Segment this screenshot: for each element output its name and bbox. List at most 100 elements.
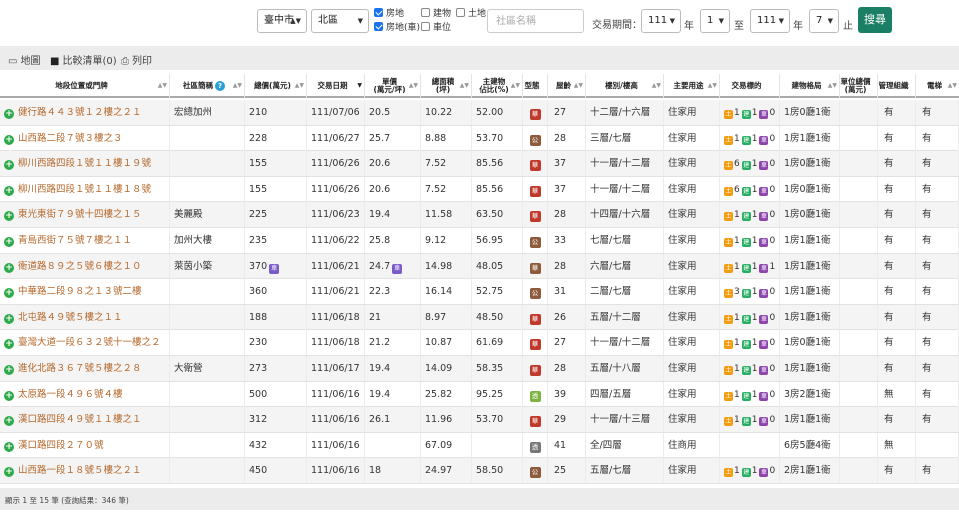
help-icon[interactable]: ?: [215, 81, 225, 91]
chevron-down-icon: ▼: [357, 17, 363, 25]
checkbox-land[interactable]: 土地: [456, 8, 486, 20]
cell-ratio: 61.69: [472, 330, 523, 356]
address-link[interactable]: 健行路４４３號１２樓之２１: [18, 107, 142, 118]
table-row[interactable]: + 山西路二段７號３樓之３ 228 111/06/27 25.7 8.88 53.70 公 28…: [0, 125, 959, 152]
expand-plus-icon[interactable]: +: [4, 237, 14, 247]
expand-plus-icon[interactable]: +: [4, 211, 14, 222]
cell-community: 萊茵小築: [170, 253, 245, 279]
cell-date: 111/06/16: [307, 381, 365, 407]
expand-plus-icon[interactable]: +: [4, 262, 14, 273]
land-count: 3: [734, 287, 740, 298]
col-layout[interactable]: 建物格局 ▲▼: [780, 74, 840, 98]
col-main-ratio[interactable]: 主建物 佔比(%) ▲▼: [472, 74, 523, 98]
city-select[interactable]: 臺中市 ▲▼: [257, 9, 307, 33]
pagination-info: 顯示 1 至 15 筆 (查詢結果：346 筆): [0, 488, 959, 510]
cell-elev: 有: [916, 356, 959, 381]
col-mgmt-fee[interactable]: 單位總價 (萬元): [840, 74, 878, 98]
expand-plus-icon[interactable]: +: [4, 288, 14, 299]
cell-target: 土6建1車0: [720, 176, 780, 202]
table-row[interactable]: + 漢口路四段４９號１１樓之１ 312 111/06/16 26.1 11.96 53.70…: [0, 407, 959, 433]
address-link[interactable]: 青島西街７５號７樓之１１: [18, 235, 132, 246]
header-label: 主建物 佔比(%): [479, 77, 509, 94]
table-row[interactable]: + 健行路４４３號１２樓之２１ 宏總加州 210 111/07/06 20.5 10.22 5…: [0, 100, 959, 126]
table-row[interactable]: + 東光東街７９號十四樓之１５ 美麗殿 225 111/06/23 19.4 11.58 63…: [0, 202, 959, 228]
from-month-select[interactable]: 1 ▼: [700, 9, 730, 33]
col-target[interactable]: 交易標的: [720, 74, 780, 98]
address-link[interactable]: 中華路二段９８之１３號二樓: [18, 286, 142, 297]
cell-target: 土1建1車0: [720, 381, 780, 407]
table-row[interactable]: + 進化北路３６７號５樓之２８ 大衛營 273 111/06/17 19.4 14.09 58…: [0, 356, 959, 382]
col-date[interactable]: 交易日期 ▼: [307, 74, 365, 98]
col-address[interactable]: 地段位置或門牌 ▲▼: [0, 74, 170, 98]
checkbox-empty-icon: [421, 22, 430, 31]
address-link[interactable]: 太原路一段４９６號４樓: [18, 389, 123, 400]
building-icon: 建: [741, 135, 751, 145]
table-row[interactable]: + 山西路一段１８號５樓之２１ 450 111/06/16 18 24.97 58.50 公 2…: [0, 458, 959, 484]
header-label: 電梯: [927, 81, 942, 90]
unit-price-value: 21: [369, 311, 382, 323]
address-link[interactable]: 衛道路８９之５號６樓之１０: [18, 261, 142, 272]
col-total-price[interactable]: 總價(萬元) ▲▼: [245, 74, 307, 98]
col-elevator[interactable]: 電梯 ▲▼: [916, 74, 959, 98]
district-select[interactable]: 北區 ▼: [311, 9, 369, 33]
address-link[interactable]: 柳川西路四段１號１１樓１８號: [18, 184, 151, 195]
table-row[interactable]: + 青島西街７５號７樓之１１ 加州大樓 235 111/06/22 25.8 9.12 56.…: [0, 228, 959, 254]
cell-community: [170, 279, 245, 305]
checkbox-parking[interactable]: 車位: [421, 22, 451, 34]
table-row[interactable]: + 太原路一段４９６號４樓 500 111/06/16 19.4 25.82 95.25 透 3…: [0, 381, 959, 408]
community-name-input[interactable]: [487, 9, 584, 33]
header-label: 管理組織: [878, 81, 909, 90]
cell-address: + 漢口路四段２７０號: [0, 432, 170, 458]
col-age[interactable]: 屋齡 ▲▼: [548, 74, 586, 98]
expand-plus-icon[interactable]: +: [4, 390, 14, 401]
table-row[interactable]: + 北屯路４９號５樓之１１ 188 111/06/18 21 8.97 48.50 華 26 五層…: [0, 304, 959, 331]
col-area[interactable]: 總面積 (坪) ▲▼: [421, 74, 472, 98]
to-year-select[interactable]: 111 ▼: [750, 9, 790, 33]
table-row[interactable]: + 衛道路８９之５號６樓之１０ 萊茵小築 370 車 111/06/21 24.7 車 14.9…: [0, 253, 959, 280]
col-community[interactable]: 社區簡稱? ▲▼: [170, 74, 245, 98]
map-button[interactable]: ▭ 地圖: [8, 52, 40, 67]
cell-community: [170, 151, 245, 177]
address-link[interactable]: 臺灣大道一段６３２號十一樓之２: [18, 337, 161, 348]
print-button[interactable]: ⎙ 列印: [121, 52, 152, 67]
address-link[interactable]: 進化北路３６７號５樓之２８: [18, 363, 142, 374]
address-link[interactable]: 東光東街７９號十四樓之１５: [18, 209, 142, 220]
expand-plus-icon[interactable]: +: [4, 441, 14, 452]
address-link[interactable]: 漢口路四段２７０號: [18, 440, 104, 451]
expand-plus-icon[interactable]: +: [4, 109, 14, 119]
table-row[interactable]: + 柳川西路四段１號１１樓１９號 155 111/06/26 20.6 7.52 85.56…: [0, 151, 959, 177]
expand-plus-icon[interactable]: +: [4, 160, 14, 171]
from-year-select[interactable]: 111 ▼: [641, 9, 681, 33]
address-link[interactable]: 北屯路４９號５樓之１１: [18, 312, 123, 323]
address-link[interactable]: 山西路一段１８號５樓之２１: [18, 465, 142, 476]
address-link[interactable]: 柳川西路四段１號１１樓１９號: [18, 158, 151, 169]
table-row[interactable]: + 臺灣大道一段６３２號十一樓之２ 230 111/06/18 21.2 10.87 61.…: [0, 330, 959, 356]
expand-plus-icon[interactable]: +: [4, 339, 14, 350]
cell-price: 235: [245, 228, 307, 253]
expand-plus-icon[interactable]: +: [4, 416, 14, 427]
expand-plus-icon[interactable]: +: [4, 467, 14, 478]
checkbox-house-land[interactable]: 房地: [374, 8, 404, 20]
address-link[interactable]: 山西路二段７號３樓之３: [18, 133, 123, 144]
checkbox-house-land-parking[interactable]: 房地(車): [374, 22, 420, 34]
expand-plus-icon[interactable]: +: [4, 313, 14, 324]
table-row[interactable]: + 中華路二段９８之１３號二樓 360 111/06/21 22.3 16.14 52.75…: [0, 279, 959, 305]
expand-plus-icon[interactable]: +: [4, 185, 14, 196]
table-row[interactable]: + 漢口路四段２７０號 432 111/06/16 67.09 透 41 全/四層 住商用 6房5…: [0, 432, 959, 459]
col-type[interactable]: 型態: [523, 74, 548, 98]
search-bar: 臺中市 ▲▼ 北區 ▼ 房地 建物 土地 房地(車) 車位 交易期間： 111 …: [0, 0, 959, 44]
col-floor[interactable]: 樓別/樓高 ▲▼: [586, 74, 664, 98]
expand-plus-icon[interactable]: +: [4, 365, 14, 375]
col-mgmt-org[interactable]: 管理組織: [878, 74, 916, 98]
compare-list-button[interactable]: ■ 比較清單(0): [50, 52, 117, 67]
table-row[interactable]: + 柳川西路四段１號１１樓１８號 155 111/06/26 20.6 7.52 85.56…: [0, 176, 959, 203]
expand-plus-icon[interactable]: +: [4, 134, 14, 145]
address-link[interactable]: 漢口路四段４９號１１樓之１: [18, 414, 142, 425]
to-month-select[interactable]: 7 ▼: [809, 9, 839, 33]
search-button[interactable]: 搜尋: [858, 7, 892, 33]
col-use[interactable]: 主要用途 ▲▼: [664, 74, 720, 98]
checkbox-building[interactable]: 建物: [421, 8, 451, 20]
col-unit-price[interactable]: 單價 (萬元/坪) ▲▼: [365, 74, 421, 98]
cell-type: 公: [523, 458, 548, 484]
cell-date: 111/06/21: [307, 253, 365, 279]
